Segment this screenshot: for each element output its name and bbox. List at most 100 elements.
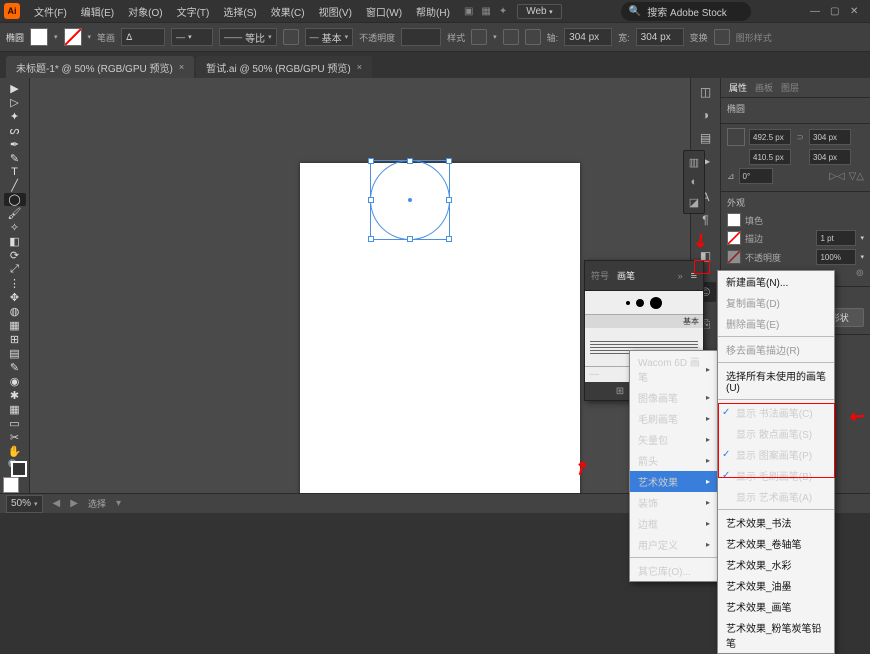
menu-window[interactable]: 窗口(W)	[360, 2, 408, 21]
workspace-switcher[interactable]: Web ▾	[517, 4, 561, 19]
lib-image[interactable]: 图像画笔▸	[630, 387, 718, 408]
lib-deco[interactable]: 装饰▸	[630, 492, 718, 513]
stroke-swatch[interactable]	[64, 28, 82, 46]
pm-art-5[interactable]: 艺术效果_粉笔炭笔铅笔	[718, 617, 834, 653]
zoom-dd[interactable]: 50% ▾	[6, 495, 43, 513]
eraser-tool[interactable]: ◧	[4, 235, 26, 248]
uniform-dd[interactable]: —— 等比 ▾	[219, 28, 277, 46]
lib-arrows[interactable]: 箭头▸	[630, 450, 718, 471]
fill-color[interactable]	[727, 213, 741, 227]
gpu-icon[interactable]: ✦	[499, 6, 507, 17]
opacity-sw[interactable]	[727, 250, 741, 264]
y-input[interactable]: 304 px	[809, 149, 851, 165]
brush-basic[interactable]: — 基本 ▾	[305, 28, 354, 46]
stroke-weight[interactable]: ᐃ	[121, 28, 165, 46]
stroke-pt[interactable]: 1 pt	[816, 230, 856, 246]
close-tab-icon[interactable]: ×	[357, 62, 362, 72]
menu-effect[interactable]: 效果(C)	[265, 2, 311, 21]
pm-art-4[interactable]: 艺术效果_画笔	[718, 596, 834, 617]
slice-tool[interactable]: ✂	[4, 431, 26, 444]
x-input[interactable]: 410.5 px	[749, 149, 791, 165]
transform-label[interactable]: 变换	[690, 31, 708, 44]
layers-tab[interactable]: 图层	[781, 81, 799, 94]
hand-tool[interactable]: ✋	[4, 445, 26, 458]
angle-input[interactable]: 0°	[739, 168, 773, 184]
dock-icon-1[interactable]: ▥	[686, 154, 702, 170]
pm-art-3[interactable]: 艺术效果_油墨	[718, 575, 834, 596]
shape-builder-tool[interactable]: ◍	[4, 305, 26, 318]
blend-tool[interactable]: ◉	[4, 375, 26, 388]
close-tab-icon[interactable]: ×	[179, 62, 184, 72]
pm-art-0[interactable]: 艺术效果_书法	[718, 512, 834, 533]
pm-art-1[interactable]: 艺术效果_卷轴笔	[718, 533, 834, 554]
menu-object[interactable]: 对象(O)	[122, 2, 168, 21]
shaper-tool[interactable]: ✧	[4, 221, 26, 234]
lib-other[interactable]: 其它库(O)...	[630, 560, 718, 581]
style-icon[interactable]	[471, 29, 487, 45]
lasso-tool[interactable]: ᔕ	[4, 124, 26, 137]
pm-new[interactable]: 新建画笔(N)...	[718, 271, 834, 292]
lib-icon[interactable]: ◫	[696, 82, 716, 102]
scale-tool[interactable]: ⤢	[4, 263, 26, 276]
line-tool[interactable]: ╱	[4, 179, 26, 192]
ref-point-icon[interactable]	[727, 128, 745, 146]
symbols-tab[interactable]: 符号	[591, 269, 609, 282]
lib-menu-icon[interactable]: ⊞	[614, 386, 626, 397]
swatches-icon[interactable]: ▤	[696, 128, 716, 148]
pm-select-unused[interactable]: 选择所有未使用的画笔(U)	[718, 365, 834, 397]
minimize-icon[interactable]: —	[810, 6, 820, 16]
menu-help[interactable]: 帮助(H)	[410, 2, 456, 21]
align-icon[interactable]	[503, 29, 519, 45]
pm-show-4[interactable]: 显示 艺术画笔(A)	[718, 486, 834, 507]
symbol-tool[interactable]: ✱	[4, 389, 26, 402]
arrange-icon[interactable]: ▦	[481, 6, 490, 17]
type-tool[interactable]: T	[4, 166, 26, 178]
gradient-tool[interactable]: ▤	[4, 347, 26, 360]
menu-type[interactable]: 文字(T)	[171, 2, 216, 21]
dock-icon-3[interactable]: ◪	[686, 194, 702, 210]
prop-tab[interactable]: 属性	[729, 81, 747, 94]
menu-edit[interactable]: 编辑(E)	[75, 2, 120, 21]
direct-sel-tool[interactable]: ▷	[4, 96, 26, 109]
perspective-tool[interactable]: ▦	[4, 319, 26, 332]
close-icon[interactable]: ✕	[850, 6, 860, 16]
rect-tool[interactable]: ◯	[4, 193, 26, 206]
h-input[interactable]: 304 px	[809, 129, 851, 145]
link-wh-icon[interactable]: ⊃	[795, 132, 805, 143]
brushes-tab[interactable]: 画笔	[617, 269, 635, 282]
opacity-field[interactable]	[401, 28, 441, 46]
fill-swatch[interactable]	[30, 28, 48, 46]
wand-tool[interactable]: ✦	[4, 110, 26, 123]
shapebuilder-icon[interactable]	[525, 29, 541, 45]
adobe-stock-search[interactable]: 🔍搜索 Adobe Stock	[621, 2, 751, 21]
dock-icon-2[interactable]: ◐	[686, 174, 702, 190]
artboard-tab[interactable]: 画板	[755, 81, 773, 94]
menu-view[interactable]: 视图(V)	[313, 2, 358, 21]
rotate-tool[interactable]: ⟳	[4, 249, 26, 262]
width-tool[interactable]: ⋮	[4, 277, 26, 290]
w-input[interactable]: 492.5 px	[749, 129, 791, 145]
pen-tool[interactable]: ✒	[4, 138, 26, 151]
stroke-color[interactable]	[727, 231, 741, 245]
artboard-tool[interactable]: ▭	[4, 417, 26, 430]
eyedropper-tool[interactable]: ✎	[4, 361, 26, 374]
sel-tool[interactable]: ▶	[4, 82, 26, 95]
brush-def-icon[interactable]	[283, 29, 299, 45]
flip-h-icon[interactable]: ▷◁	[829, 171, 844, 182]
brush-row-1[interactable]	[585, 291, 703, 315]
menu-file[interactable]: 文件(F)	[28, 2, 73, 21]
menu-select[interactable]: 选择(S)	[217, 2, 262, 21]
graph-tool[interactable]: ▦	[4, 403, 26, 416]
brush-tool[interactable]: 🖌	[4, 207, 26, 220]
lib-bristle[interactable]: 毛刷画笔▸	[630, 408, 718, 429]
bridge-icon[interactable]: ▣	[464, 6, 473, 17]
w-field[interactable]: 304 px	[636, 28, 684, 46]
free-tool[interactable]: ✥	[4, 291, 26, 304]
curv-tool[interactable]: ✎	[4, 152, 26, 165]
color-icon[interactable]: ◑	[696, 105, 716, 125]
mesh-tool[interactable]: ⊞	[4, 333, 26, 346]
lib-wacom[interactable]: Wacom 6D 画笔▸	[630, 351, 718, 387]
lib-vector[interactable]: 矢量包▸	[630, 429, 718, 450]
lib-borders[interactable]: 边框▸	[630, 513, 718, 534]
x-field[interactable]: 304 px	[564, 28, 612, 46]
